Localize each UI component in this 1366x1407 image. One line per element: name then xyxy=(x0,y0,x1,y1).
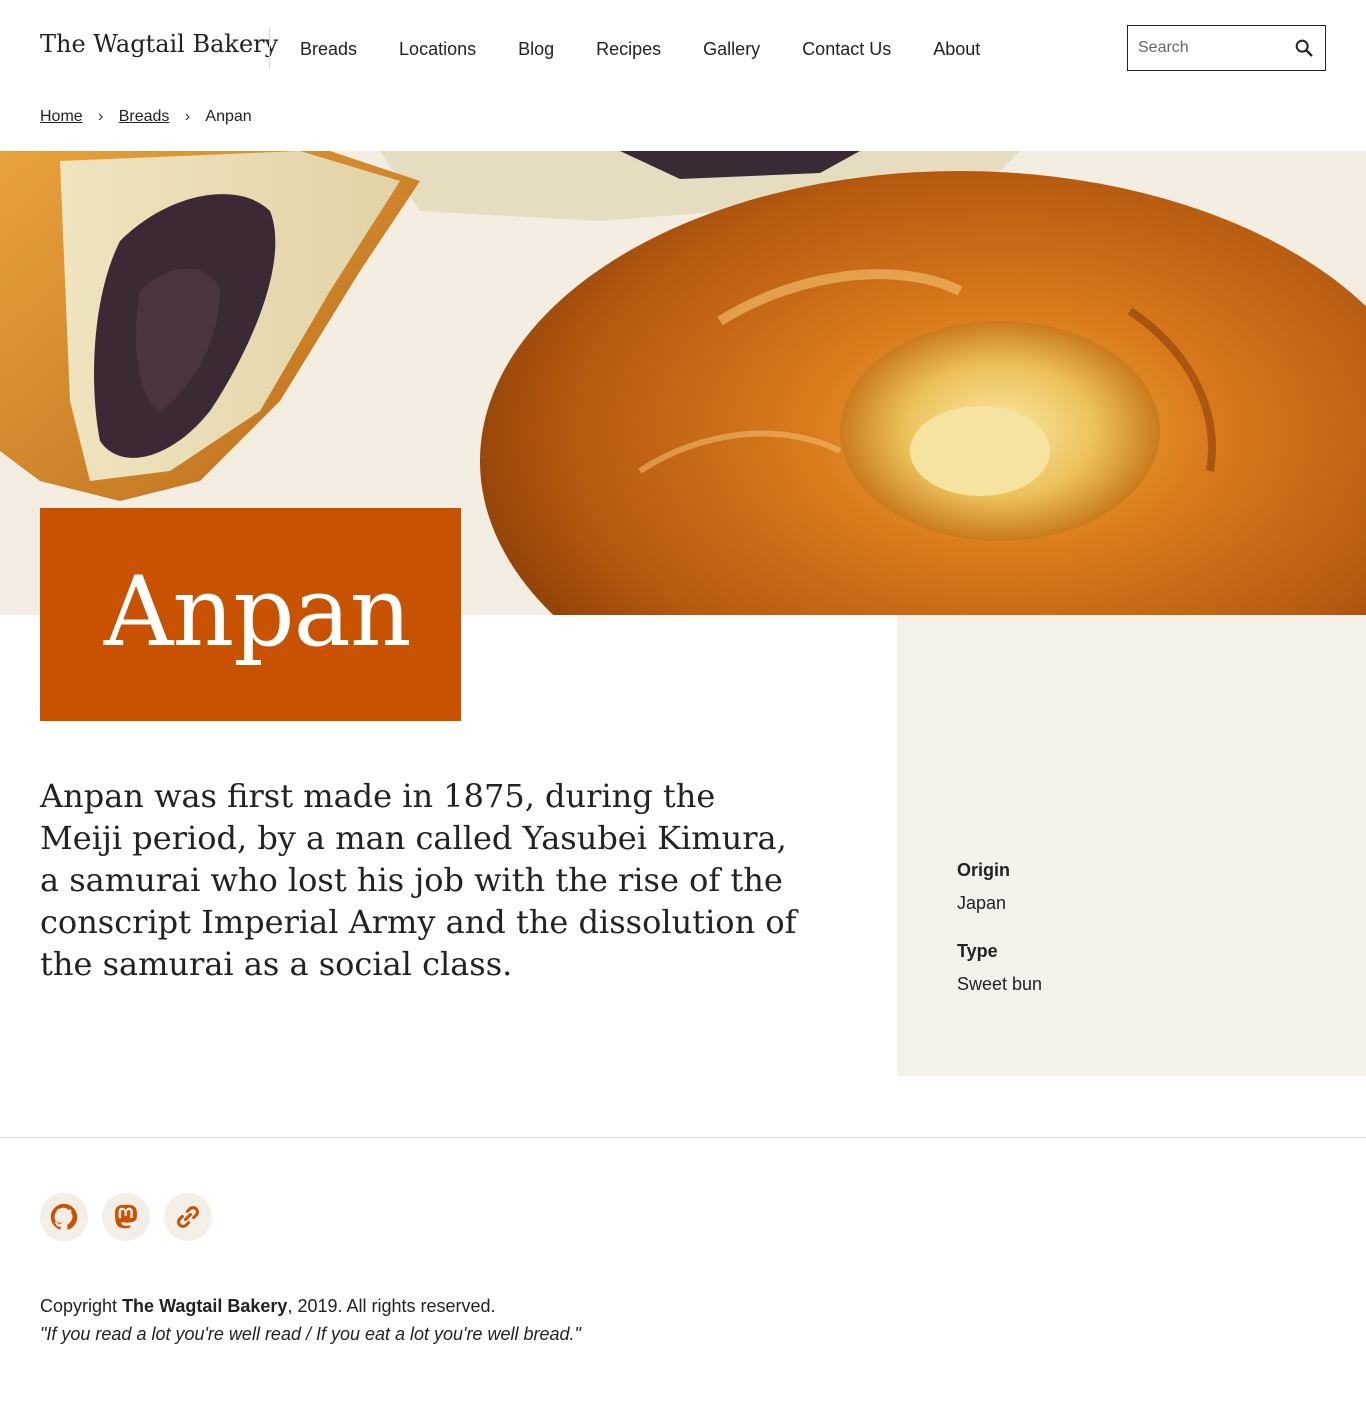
github-icon[interactable] xyxy=(40,1193,88,1241)
type-value: Sweet bun xyxy=(957,974,1043,994)
nav-blog[interactable]: Blog xyxy=(518,36,554,62)
nav-gallery[interactable]: Gallery xyxy=(703,36,760,62)
social-links xyxy=(40,1193,226,1241)
nav-contact-us[interactable]: Contact Us xyxy=(802,36,891,62)
search-icon[interactable] xyxy=(1293,37,1315,59)
copyright-brand: The Wagtail Bakery xyxy=(122,1296,288,1316)
bread-details: Origin Japan Type Sweet bun xyxy=(897,615,1366,1076)
copyright-prefix: Copyright xyxy=(40,1296,118,1316)
brand-logo[interactable]: The Wagtail Bakery xyxy=(40,30,278,58)
nav-recipes[interactable]: Recipes xyxy=(596,36,661,62)
nav-locations[interactable]: Locations xyxy=(399,36,476,62)
nav-about[interactable]: About xyxy=(933,36,980,62)
mastodon-icon[interactable] xyxy=(102,1193,150,1241)
breadcrumb-current: Anpan xyxy=(205,108,252,125)
breadcrumb-home[interactable]: Home xyxy=(40,108,83,126)
origin-field: Origin Japan xyxy=(957,858,1010,915)
main-nav: Breads Locations Blog Recipes Gallery Co… xyxy=(300,36,1022,62)
brand-divider xyxy=(269,28,270,70)
chevron-right-icon: › xyxy=(98,108,104,125)
chevron-right-icon: › xyxy=(184,108,191,125)
page-intro: Anpan was first made in 1875, during the… xyxy=(40,777,797,983)
type-label: Type xyxy=(957,941,998,961)
search-input[interactable] xyxy=(1128,26,1288,70)
breadcrumb-breads[interactable]: Breads xyxy=(119,108,170,126)
page-title: Anpan xyxy=(104,556,412,668)
footer-divider xyxy=(0,1137,1366,1138)
search-box xyxy=(1127,25,1326,71)
copyright-suffix: , 2019. All rights reserved. xyxy=(287,1296,496,1316)
origin-label: Origin xyxy=(957,860,1010,880)
type-field: Type Sweet bun xyxy=(957,939,1042,996)
origin-value: Japan xyxy=(957,893,1007,913)
copyright: Copyright The Wagtail Bakery, 2019. All … xyxy=(40,1295,496,1317)
nav-breads[interactable]: Breads xyxy=(300,36,357,62)
footer-tagline: "If you read a lot you're well read / If… xyxy=(40,1324,581,1344)
link-icon[interactable] xyxy=(164,1193,212,1241)
page-title-box: Anpan xyxy=(40,508,461,721)
site-header: The Wagtail Bakery Breads Locations Blog… xyxy=(0,0,1366,96)
breadcrumb: Home › Breads › Anpan xyxy=(40,106,252,128)
